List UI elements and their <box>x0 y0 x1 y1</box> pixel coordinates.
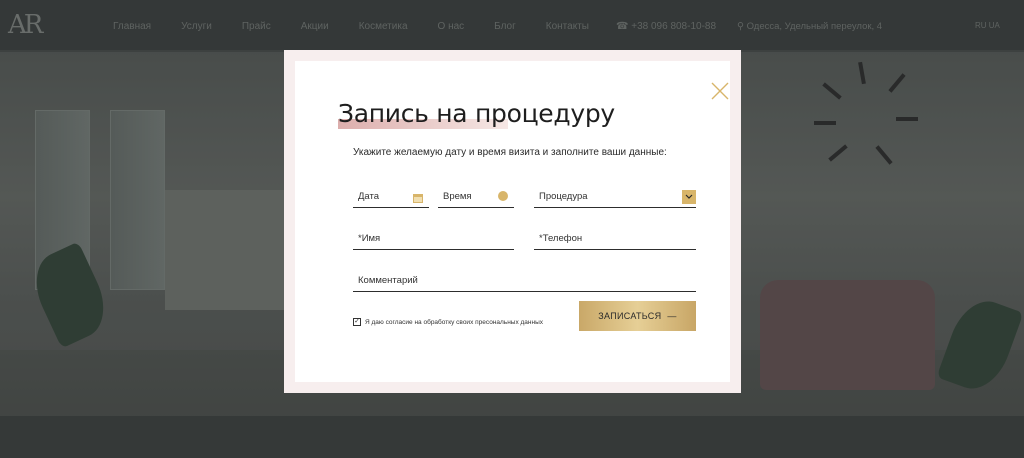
booking-modal: Запись на процедуру Укажите желаемую дат… <box>284 50 741 393</box>
date-field[interactable]: Дата <box>353 188 429 208</box>
comment-field[interactable]: Комментарий <box>353 272 696 292</box>
checkbox-checked-icon[interactable]: ✓ <box>353 318 361 326</box>
time-field[interactable]: Время <box>438 188 514 208</box>
time-label: Время <box>443 191 472 202</box>
close-icon[interactable] <box>711 82 729 100</box>
submit-button[interactable]: ЗАПИСАТЬСЯ — <box>579 301 696 331</box>
date-label: Дата <box>358 191 380 202</box>
procedure-select[interactable]: Процедура <box>534 188 696 208</box>
consent-row[interactable]: ✓ Я даю согласие на обработку своих прес… <box>353 318 543 326</box>
submit-label: ЗАПИСАТЬСЯ <box>598 311 662 321</box>
chevron-down-icon[interactable] <box>682 190 696 204</box>
arrow-icon: — <box>667 311 677 321</box>
phone-label: *Телефон <box>539 233 583 244</box>
modal-title: Запись на процедуру <box>338 99 615 128</box>
booking-modal-content: Запись на процедуру Укажите желаемую дат… <box>295 61 730 382</box>
comment-label: Комментарий <box>358 275 418 286</box>
procedure-label: Процедура <box>539 191 588 202</box>
name-field[interactable]: *Имя <box>353 230 514 250</box>
calendar-icon[interactable] <box>413 190 423 203</box>
phone-field[interactable]: *Телефон <box>534 230 696 250</box>
clock-icon[interactable] <box>498 191 508 201</box>
modal-subtitle: Укажите желаемую дату и время визита и з… <box>353 147 667 158</box>
consent-text: Я даю согласие на обработку своих пресон… <box>365 318 544 326</box>
modal-title-wrap: Запись на процедуру <box>338 99 615 129</box>
name-label: *Имя <box>358 233 381 244</box>
